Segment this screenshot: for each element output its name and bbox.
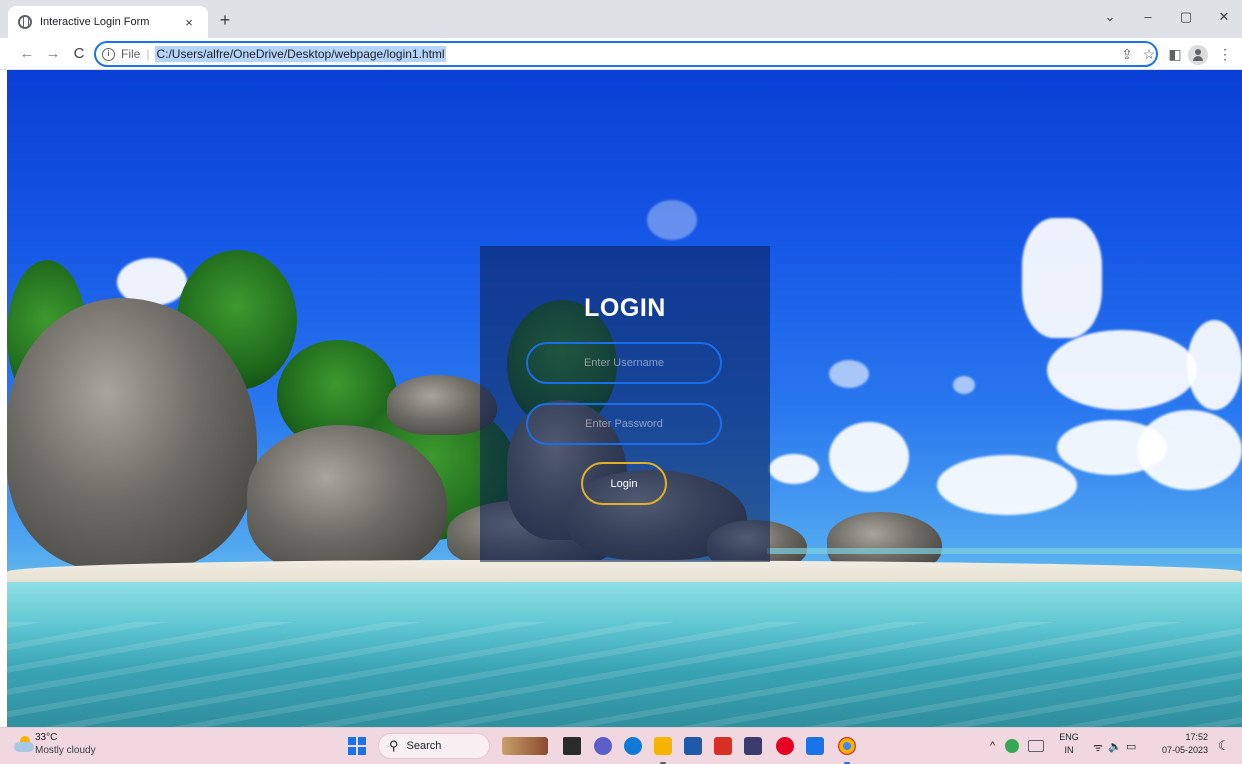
windows-taskbar: 33°C Mostly cloudy ⚲ Search ^ ENG IN ᯤ 🔈… — [0, 727, 1242, 764]
cloud — [829, 422, 909, 492]
url-text[interactable]: C:/Users/alfre/OneDrive/Desktop/webpage/… — [155, 46, 446, 62]
new-tab-button[interactable]: + — [214, 10, 236, 30]
cloud — [1137, 410, 1242, 490]
close-window-button[interactable]: ✕ — [1214, 9, 1234, 25]
weather-description: Mostly cloudy — [35, 745, 96, 756]
site-info-icon[interactable]: i — [102, 47, 115, 61]
lagoon-water — [7, 582, 1242, 727]
menu-kebab-icon[interactable]: ⋮ — [1216, 46, 1234, 62]
widgets-icon[interactable] — [502, 737, 548, 755]
tab-search-icon[interactable]: ⌄ — [1100, 9, 1120, 25]
edge-browser-icon[interactable] — [624, 737, 642, 755]
input-language-bottom[interactable]: IN — [1058, 745, 1080, 755]
reload-button[interactable]: C — [70, 45, 88, 63]
cloud — [1047, 330, 1197, 410]
notifications-moon-icon[interactable]: ☾ — [1218, 738, 1230, 754]
url-separator: | — [146, 47, 150, 61]
clock-time[interactable]: 17:52 — [1148, 732, 1208, 742]
search-label: Search — [406, 740, 442, 752]
login-button[interactable]: Login — [581, 462, 667, 505]
taskbar-search[interactable]: ⚲ Search — [378, 733, 490, 759]
pinterest-icon[interactable] — [776, 737, 794, 755]
browser-toolbar: ← → C i File | C:/Users/alfre/OneDrive/D… — [0, 38, 1242, 70]
mail-icon[interactable] — [684, 737, 702, 755]
cloud — [829, 360, 869, 388]
cloud — [647, 200, 697, 240]
wifi-icon[interactable]: ᯤ — [1093, 740, 1103, 755]
clock-date[interactable]: 07-05-2023 — [1148, 745, 1208, 755]
google-drive-tray-icon[interactable] — [1005, 739, 1019, 753]
bookmark-star-icon[interactable]: ☆ — [1140, 46, 1158, 62]
chrome-icon[interactable] — [838, 737, 856, 755]
username-input[interactable] — [526, 342, 722, 384]
tab-strip: Interactive Login Form × + ⌄ – ▢ ✕ — [0, 0, 1242, 38]
globe-icon — [18, 15, 32, 29]
forward-button[interactable]: → — [44, 45, 62, 63]
vscode-icon[interactable] — [806, 737, 824, 755]
chat-icon[interactable] — [594, 737, 612, 755]
volume-icon[interactable]: 🔈 — [1108, 740, 1122, 753]
cloud — [1187, 320, 1242, 410]
task-view-icon[interactable] — [563, 737, 581, 755]
tab-interactive-login-form[interactable]: Interactive Login Form × — [8, 6, 208, 38]
weather-temperature: 33°C — [35, 732, 58, 743]
share-icon[interactable]: ⇪ — [1118, 46, 1136, 62]
cloud — [953, 376, 975, 394]
url-scheme: File — [121, 47, 141, 61]
search-icon: ⚲ — [389, 738, 399, 753]
horizon-line — [767, 548, 1242, 554]
restore-button[interactable]: ▢ — [1176, 9, 1196, 25]
side-panel-icon[interactable]: ◧ — [1166, 46, 1184, 62]
login-form: LOGIN Login — [480, 246, 770, 562]
windows-start-icon[interactable] — [348, 737, 366, 755]
battery-icon[interactable]: ▭ — [1126, 740, 1136, 753]
back-button[interactable]: ← — [18, 45, 36, 63]
cloud — [769, 454, 819, 484]
profile-avatar-icon[interactable] — [1188, 45, 1208, 65]
input-language-top[interactable]: ENG — [1058, 732, 1080, 742]
file-explorer-icon[interactable] — [654, 737, 672, 755]
show-hidden-icons-chevron-icon[interactable]: ^ — [990, 740, 995, 752]
partly-cloudy-icon — [14, 736, 34, 752]
keyboard-tray-icon[interactable] — [1028, 740, 1044, 752]
login-title: LOGIN — [584, 294, 666, 322]
cloud — [1022, 218, 1102, 338]
cloud — [937, 455, 1077, 515]
tab-title: Interactive Login Form — [40, 16, 150, 28]
password-input[interactable] — [526, 403, 722, 445]
minimize-button[interactable]: – — [1138, 9, 1158, 24]
close-tab-icon[interactable]: × — [180, 15, 198, 30]
page-viewport: LOGIN Login — [7, 70, 1242, 727]
address-bar[interactable]: i File | C:/Users/alfre/OneDrive/Desktop… — [94, 41, 1158, 67]
store-icon[interactable] — [744, 737, 762, 755]
mcafee-icon[interactable] — [714, 737, 732, 755]
